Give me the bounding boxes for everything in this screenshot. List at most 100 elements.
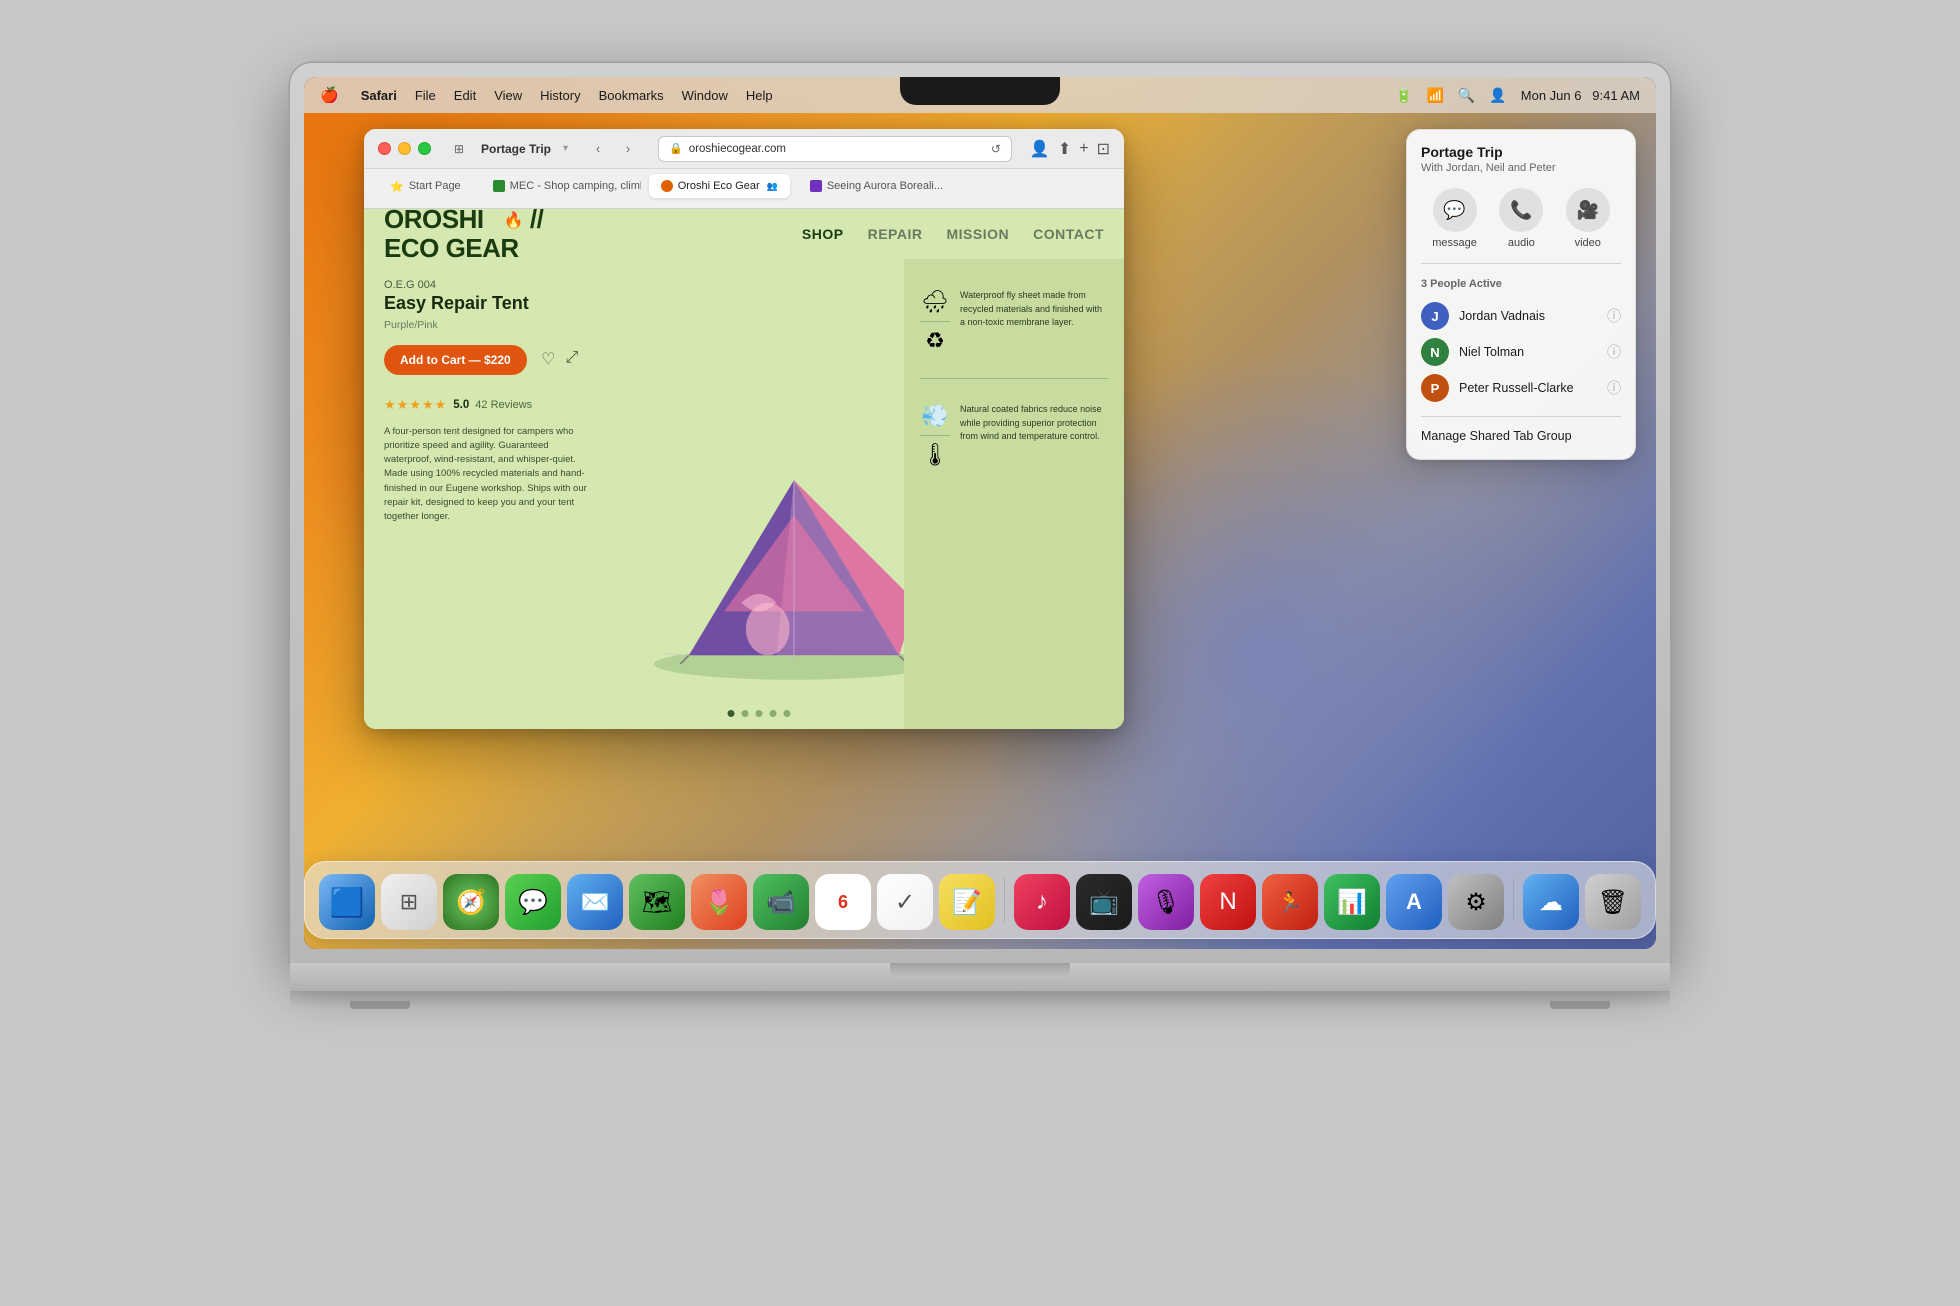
browser-titlebar: ⊞ Portage Trip ▾ ‹ › 🔒 oroshiecogear.com xyxy=(364,129,1124,169)
avatar-niel: N xyxy=(1421,338,1449,366)
carousel-dot-1[interactable] xyxy=(728,710,735,717)
menubar-item-edit[interactable]: Edit xyxy=(454,88,476,103)
icloud-icon: ☁ xyxy=(1539,888,1563,917)
trash-icon: 🗑 xyxy=(1598,888,1628,917)
dock-icon-launchpad[interactable]: ⊞ xyxy=(381,874,437,930)
address-bar[interactable]: 🔒 oroshiecogear.com ↺ xyxy=(658,136,1012,162)
dock-icon-finder[interactable]: 🟦 xyxy=(319,874,375,930)
news-icon: N xyxy=(1219,888,1236,916)
feature-wind: 💨 🌡 Natural coated fabrics reduce noise … xyxy=(920,403,1108,468)
info-icon-peter[interactable]: ⓘ xyxy=(1607,378,1621,398)
rating-row: ★★★★★ 5.0 42 Reviews xyxy=(384,397,594,413)
carousel-dot-4[interactable] xyxy=(770,710,777,717)
reload-icon[interactable]: ↺ xyxy=(991,142,1001,156)
menubar-app-name[interactable]: Safari xyxy=(361,88,397,103)
foot-right xyxy=(1550,1001,1610,1009)
feature-wind-divider xyxy=(920,435,950,436)
menubar-item-bookmarks[interactable]: Bookmarks xyxy=(599,88,664,103)
carousel-dot-2[interactable] xyxy=(742,710,749,717)
dock-icon-reminders[interactable]: ✓ xyxy=(877,874,933,930)
dock-icon-safari[interactable]: 🧭 xyxy=(443,874,499,930)
dock-icon-photos[interactable]: 🌷 xyxy=(691,874,747,930)
tab-aurora[interactable]: Seeing Aurora Boreali... xyxy=(798,174,955,198)
heart-icon[interactable]: ♡ xyxy=(541,349,555,369)
dock-icon-icloud[interactable]: ☁ xyxy=(1523,874,1579,930)
menubar-item-window[interactable]: Window xyxy=(682,88,728,103)
dock-icon-appstore[interactable]: A xyxy=(1386,874,1442,930)
tab-group-icon[interactable]: ⊞ xyxy=(447,137,471,161)
manage-shared-tab-group-button[interactable]: Manage Shared Tab Group xyxy=(1421,427,1621,445)
dock-separator xyxy=(1004,878,1005,922)
tab-label-aurora: Seeing Aurora Boreali... xyxy=(827,180,943,192)
dock-icon-numbers[interactable]: 📊 xyxy=(1324,874,1380,930)
dock-icon-appletv[interactable]: 📺 xyxy=(1076,874,1132,930)
messages-icon: 💬 xyxy=(518,888,548,917)
menubar-left: 🍎 Safari File Edit View History Bookmark… xyxy=(320,86,773,104)
nav-mission[interactable]: MISSION xyxy=(946,226,1009,242)
close-button[interactable] xyxy=(378,142,391,155)
nav-shop[interactable]: SHOP xyxy=(802,226,844,242)
share-profiles-icon[interactable]: 👤 xyxy=(1030,139,1050,159)
tab-oroshi[interactable]: Oroshi Eco Gear 👥 xyxy=(649,174,790,198)
share-icon[interactable]: ⬆ xyxy=(1058,139,1071,159)
menubar-item-history[interactable]: History xyxy=(540,88,580,103)
forward-button[interactable]: › xyxy=(616,137,640,161)
tab-label-oroshi: Oroshi Eco Gear xyxy=(678,180,760,192)
apple-logo-icon[interactable]: 🍎 xyxy=(320,86,339,104)
browser-toolbar-actions: 👤 ⬆ + ⊡ xyxy=(1030,139,1110,159)
dock-icon-podcasts[interactable]: 🎙 xyxy=(1138,874,1194,930)
macbook-lid: 🍎 Safari File Edit View History Bookmark… xyxy=(290,63,1670,963)
battery-icon: 🔋 xyxy=(1395,87,1412,104)
tab-overview-icon[interactable]: ⊡ xyxy=(1097,139,1110,159)
share-product-icon[interactable]: ⤢ xyxy=(566,349,579,369)
message-label: message xyxy=(1432,237,1477,249)
carousel-dots xyxy=(728,710,791,717)
add-to-cart-button[interactable]: Add to Cart — $220 xyxy=(384,345,527,375)
dock-icon-trash[interactable]: 🗑 xyxy=(1585,874,1641,930)
person-row-peter: P Peter Russell-Clarke ⓘ xyxy=(1421,370,1621,406)
tab-mec[interactable]: MEC - Shop camping, climbing... xyxy=(481,174,641,198)
dock-icon-settings[interactable]: ⚙ xyxy=(1448,874,1504,930)
popover-divider xyxy=(1421,416,1621,417)
tab-start-page[interactable]: ⭐ Start Page xyxy=(378,174,473,198)
menubar-item-view[interactable]: View xyxy=(494,88,522,103)
info-icon-jordan[interactable]: ⓘ xyxy=(1607,306,1621,326)
maximize-button[interactable] xyxy=(418,142,431,155)
site-brand: OROSHI 🔥 // ECO GEAR xyxy=(384,209,543,263)
video-label: video xyxy=(1575,237,1601,249)
carousel-dot-5[interactable] xyxy=(784,710,791,717)
new-tab-icon[interactable]: + xyxy=(1079,140,1088,158)
dock-icon-maps[interactable]: 🗺 xyxy=(629,874,685,930)
browser-window: ⊞ Portage Trip ▾ ‹ › 🔒 oroshiecogear.com xyxy=(364,129,1124,729)
menubar-item-file[interactable]: File xyxy=(415,88,436,103)
minimize-button[interactable] xyxy=(398,142,411,155)
person-name-jordan: Jordan Vadnais xyxy=(1459,309,1597,323)
dock-icon-notes[interactable]: 📝 xyxy=(939,874,995,930)
nav-repair[interactable]: REPAIR xyxy=(868,226,923,242)
product-description: A four-person tent designed for campers … xyxy=(384,425,594,525)
dock-icon-music[interactable]: ♪ xyxy=(1014,874,1070,930)
video-action[interactable]: 🎥 video xyxy=(1566,188,1610,249)
nav-contact[interactable]: CONTACT xyxy=(1033,226,1104,242)
carousel-dot-3[interactable] xyxy=(756,710,763,717)
info-icon-niel[interactable]: ⓘ xyxy=(1607,342,1621,362)
dropdown-chevron-icon[interactable]: ▾ xyxy=(563,143,568,154)
message-action[interactable]: 💬 message xyxy=(1432,188,1477,249)
popover-subtitle: With Jordan, Neil and Peter xyxy=(1421,162,1621,174)
dock-icon-facetime[interactable]: 📹 xyxy=(753,874,809,930)
dock-icon-fitness[interactable]: 🏃 xyxy=(1262,874,1318,930)
dock-icon-news[interactable]: N xyxy=(1200,874,1256,930)
menubar-datetime: Mon Jun 6 9:41 AM xyxy=(1521,88,1640,103)
audio-action[interactable]: 📞 audio xyxy=(1499,188,1543,249)
features-divider xyxy=(920,378,1108,379)
dock-icon-calendar[interactable]: 6 xyxy=(815,874,871,930)
back-button[interactable]: ‹ xyxy=(586,137,610,161)
search-icon[interactable]: 🔍 xyxy=(1458,87,1475,104)
launchpad-icon: ⊞ xyxy=(400,889,418,915)
tab-group-label: Portage Trip xyxy=(481,142,551,156)
dock-icon-mail[interactable]: ✉️ xyxy=(567,874,623,930)
menubar-item-help[interactable]: Help xyxy=(746,88,773,103)
tab-shared-users-icon: 👥 xyxy=(767,181,778,192)
dock-icon-messages[interactable]: 💬 xyxy=(505,874,561,930)
person-row-niel: N Niel Tolman ⓘ xyxy=(1421,334,1621,370)
